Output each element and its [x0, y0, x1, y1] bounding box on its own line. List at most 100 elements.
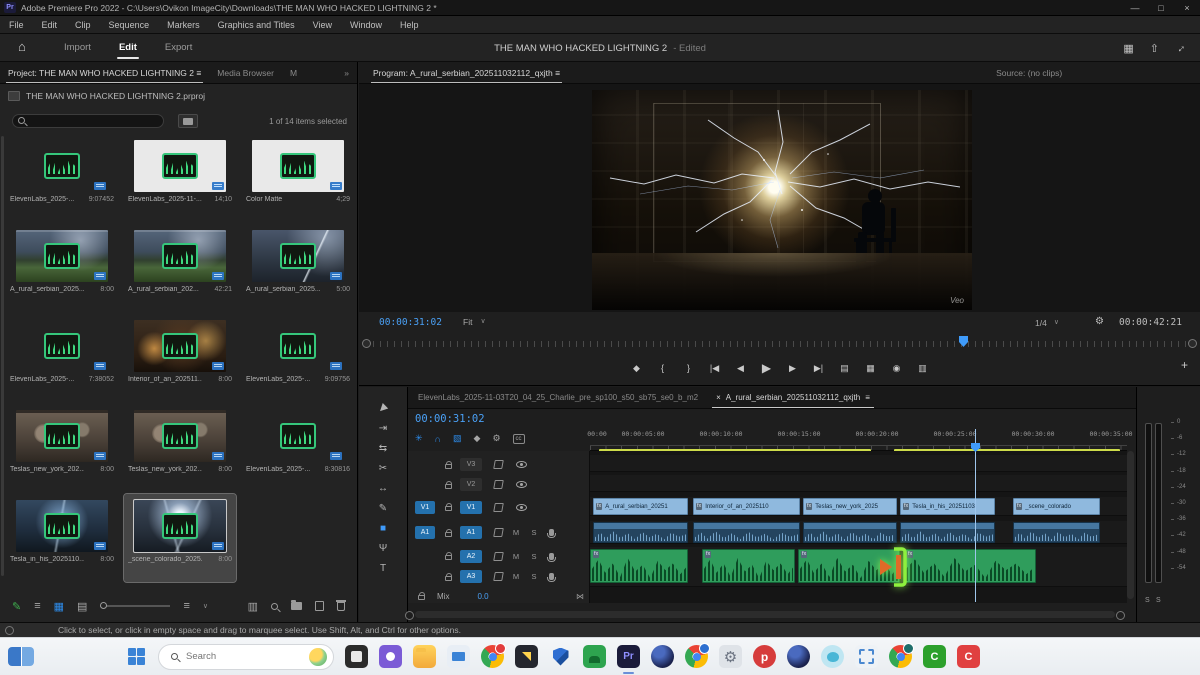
- project-search-input[interactable]: [29, 115, 159, 127]
- mute-button[interactable]: M: [511, 528, 521, 537]
- audio-track-header[interactable]: A2 M S: [408, 547, 590, 565]
- mark-in-button[interactable]: {: [657, 363, 669, 373]
- mix-value[interactable]: 0.0: [477, 592, 488, 601]
- workspace-switcher-icon[interactable]: ▦: [1123, 42, 1133, 55]
- source-patch[interactable]: A1: [415, 526, 435, 539]
- voiceover-record-icon[interactable]: [549, 529, 554, 536]
- button-editor-plus-icon[interactable]: +: [1181, 358, 1188, 372]
- zoom-handle-left[interactable]: [362, 339, 371, 348]
- orb-app-icon-2[interactable]: [787, 645, 810, 668]
- audio-clip[interactable]: [1013, 522, 1100, 543]
- audio-clip[interactable]: [693, 522, 800, 543]
- mute-button[interactable]: M: [511, 572, 521, 581]
- search-in-button[interactable]: [178, 114, 198, 128]
- play-button[interactable]: ▶: [761, 361, 773, 375]
- delete-icon[interactable]: [337, 602, 345, 611]
- start-button[interactable]: [128, 648, 145, 665]
- ElevenLabs_2025-...[interactable]: ElevenLabs_2025-... 7:38052: [6, 314, 118, 402]
- mark-out-button[interactable]: }: [683, 363, 695, 373]
- dark-editor-app-icon[interactable]: [515, 645, 538, 668]
- close-button[interactable]: ×: [1174, 3, 1200, 13]
- audio-track-header[interactable]: A1 A1 M S: [408, 523, 590, 542]
- A_rural_serbian_202...[interactable]: A_rural_serbian_202... 42:21: [124, 224, 236, 312]
- track-lock-icon[interactable]: [445, 576, 452, 581]
- this-pc-icon[interactable]: [447, 645, 470, 668]
- snap-toggle[interactable]: ∩: [435, 434, 441, 444]
- people-app-icon[interactable]: [583, 645, 606, 668]
- menu-item[interactable]: Markers: [158, 20, 209, 30]
- snipping-tool-icon[interactable]: [855, 645, 878, 668]
- music-audio-clip[interactable]: fx: [590, 549, 688, 583]
- go-to-out-button[interactable]: ▶|: [813, 363, 825, 374]
- timeline-playhead-line[interactable]: [975, 429, 976, 602]
- overflow-tab[interactable]: M: [282, 63, 305, 83]
- chrome-profile-icon[interactable]: [889, 645, 912, 668]
- audio-clip[interactable]: [803, 522, 897, 543]
- media-browser-tab[interactable]: Media Browser: [209, 63, 282, 83]
- track-lock-icon[interactable]: [445, 484, 452, 489]
- project-search-box[interactable]: [12, 114, 164, 128]
- comparison-view-button[interactable]: ▥: [917, 363, 929, 374]
- green-c-app-icon[interactable]: C: [923, 645, 946, 668]
- program-current-timecode[interactable]: 00:00:31:02: [379, 317, 442, 328]
- Teslas_new_york_202...[interactable]: Teslas_new_york_202... 8:00: [6, 404, 118, 492]
- menu-item[interactable]: Graphics and Titles: [209, 20, 304, 30]
- task-view-icon[interactable]: [345, 645, 368, 668]
- Color Matte[interactable]: Color Matte 4;29: [242, 134, 354, 222]
- sync-lock-icon[interactable]: [493, 572, 504, 581]
- sort-dropdown-icon[interactable]: ∨: [203, 602, 208, 610]
- menu-item[interactable]: Clip: [66, 20, 100, 30]
- track-lock-icon[interactable]: [418, 595, 425, 600]
- mix-fit-icon[interactable]: ⋈: [576, 592, 584, 601]
- voiceover-record-icon[interactable]: [549, 573, 554, 580]
- program-monitor-tab[interactable]: Program: A_rural_serbian_202511032112_qx…: [365, 63, 568, 83]
- nest-toggle[interactable]: ✳: [415, 433, 423, 444]
- source-patch[interactable]: [415, 550, 435, 563]
- Interior_of_an_202511...[interactable]: Interior_of_an_202511... 8:00: [124, 314, 236, 402]
- widgets-icon[interactable]: [8, 647, 34, 666]
- menu-item[interactable]: Edit: [33, 20, 67, 30]
- solo-button[interactable]: S: [529, 528, 539, 537]
- find-icon[interactable]: [271, 603, 278, 610]
- timeline-tracks-area[interactable]: fx A_rural_serbian_20251 fx Interior_of_…: [590, 451, 1127, 603]
- timeline-current-timecode[interactable]: 00:00:31:02: [415, 413, 485, 425]
- thumbnail-zoom-slider[interactable]: [100, 605, 170, 607]
- selection-tool[interactable]: ◀: [376, 402, 389, 415]
- solo-button[interactable]: S: [529, 552, 539, 561]
- add-marker-button[interactable]: ◆: [631, 363, 643, 374]
- close-tab-icon[interactable]: ×: [716, 388, 721, 408]
- audio-track-header[interactable]: A3 M S: [408, 569, 590, 584]
- track-target[interactable]: A3: [460, 570, 482, 583]
- export-frame-button[interactable]: ◉: [891, 363, 903, 374]
- taskbar-search[interactable]: [158, 644, 334, 670]
- lift-button[interactable]: ▤: [839, 363, 851, 374]
- video-clip[interactable]: fx _scene_colorado: [1013, 498, 1100, 515]
- video-track-header[interactable]: V2: [408, 477, 590, 492]
- automate-to-sequence-icon[interactable]: ▥: [248, 600, 258, 613]
- Teslas_new_york_202...[interactable]: Teslas_new_york_202... 8:00: [124, 404, 236, 492]
- sort-icon[interactable]: ≡: [183, 600, 189, 612]
- share-icon[interactable]: ⇧: [1150, 42, 1159, 55]
- track-target[interactable]: A1: [460, 526, 482, 539]
- brain-app-icon[interactable]: [821, 645, 844, 668]
- source-patch[interactable]: [415, 478, 435, 491]
- timeline-vertical-scrollbar[interactable]: [1127, 451, 1134, 599]
- Tesla_in_his_2025110...[interactable]: Tesla_in_his_2025110... 8:00: [6, 494, 118, 582]
- video-track-header[interactable]: V3: [408, 457, 590, 472]
- settings-app-icon[interactable]: ⚙: [719, 645, 742, 668]
- ElevenLabs_2025-...[interactable]: ElevenLabs_2025-... 9:07452: [6, 134, 118, 222]
- audio-clip[interactable]: [900, 522, 995, 543]
- home-icon[interactable]: ⌂: [18, 39, 26, 54]
- orb-app-icon[interactable]: [651, 645, 674, 668]
- go-to-in-button[interactable]: |◀: [709, 363, 721, 374]
- minimize-button[interactable]: —: [1122, 3, 1148, 13]
- new-item-icon[interactable]: [315, 601, 324, 611]
- video-clip[interactable]: fx Tesla_in_his_20251103: [900, 498, 995, 515]
- mix-track-header[interactable]: Mix 0.0 ⋈: [408, 589, 590, 603]
- rectangle-tool[interactable]: ■: [380, 523, 386, 534]
- workspace-tab[interactable]: Export: [153, 35, 204, 61]
- toggle-track-output-icon[interactable]: [516, 504, 527, 511]
- ElevenLabs_2025-...[interactable]: ElevenLabs_2025-... 8:30816: [242, 404, 354, 492]
- A_rural_serbian_2025...[interactable]: A_rural_serbian_2025... 8:00: [6, 224, 118, 312]
- source-patch[interactable]: [415, 458, 435, 471]
